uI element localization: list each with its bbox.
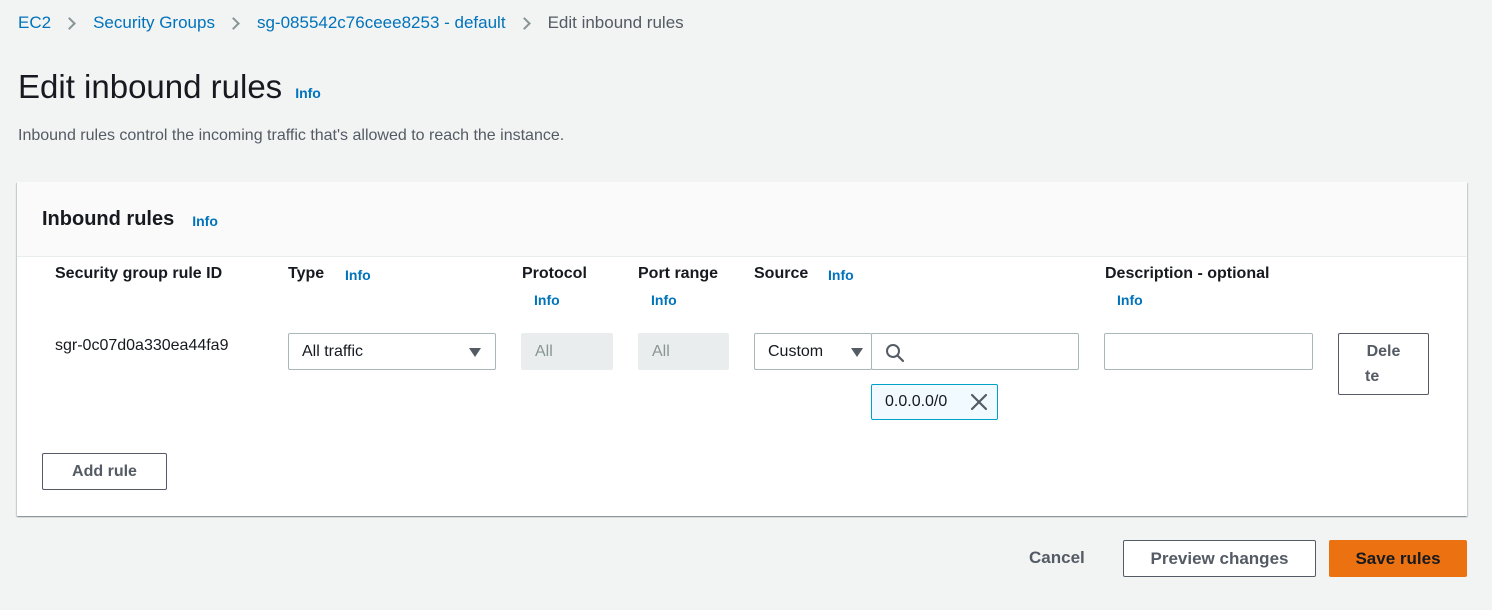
delete-button-label-line1: Dele — [1366, 343, 1401, 360]
port-range-info-link[interactable]: Info — [651, 292, 677, 308]
delete-button-label-line2: te — [1365, 368, 1380, 385]
protocol-info-link[interactable]: Info — [534, 292, 560, 308]
cancel-button[interactable]: Cancel — [1029, 548, 1085, 568]
preview-changes-button[interactable]: Preview changes — [1123, 540, 1316, 577]
caret-down-icon — [851, 348, 863, 357]
add-rule-button[interactable]: Add rule — [42, 453, 167, 490]
source-token-value: 0.0.0.0/0 — [885, 393, 948, 410]
source-token: 0.0.0.0/0 — [871, 384, 998, 420]
breadcrumb-security-groups-link[interactable]: Security Groups — [93, 13, 215, 33]
breadcrumb-current: Edit inbound rules — [547, 13, 684, 32]
column-header-rule-id: Security group rule ID — [55, 265, 223, 282]
page-header: Edit inbound rules Info — [18, 68, 321, 106]
breadcrumb-security-group-link[interactable]: sg-085542c76ceee8253 - default — [257, 13, 506, 33]
source-search-input[interactable] — [871, 333, 1079, 370]
breadcrumb-ec2-link[interactable]: EC2 — [18, 13, 51, 33]
source-info-link[interactable]: Info — [828, 267, 854, 283]
chevron-right-icon — [227, 16, 240, 30]
description-input[interactable] — [1104, 333, 1313, 370]
page-info-link[interactable]: Info — [295, 85, 321, 101]
chevron-right-icon — [517, 16, 531, 30]
column-header-port-range: Port range — [638, 265, 719, 282]
source-type-value: Custom — [768, 342, 824, 360]
protocol-field: All — [521, 333, 613, 370]
type-select[interactable]: All traffic — [288, 333, 496, 370]
column-header-type: Type — [288, 265, 325, 282]
chevron-right-icon — [63, 16, 76, 30]
save-rules-button[interactable]: Save rules — [1329, 540, 1467, 577]
source-type-select[interactable]: Custom — [754, 333, 872, 370]
port-range-value: All — [652, 342, 670, 360]
type-info-link[interactable]: Info — [345, 267, 371, 283]
inbound-rules-panel: Inbound rules Info Security group rule I… — [17, 182, 1467, 516]
page-description: Inbound rules control the incoming traff… — [18, 127, 565, 144]
column-header-protocol: Protocol — [522, 265, 587, 282]
delete-rule-button[interactable]: Dele te — [1338, 333, 1429, 395]
rule-id-value: sgr-0c07d0a330ea44fa9 — [55, 337, 229, 354]
port-range-field: All — [638, 333, 729, 370]
close-icon[interactable] — [970, 393, 988, 411]
column-header-source: Source — [754, 265, 809, 282]
protocol-value: All — [535, 342, 553, 360]
panel-title: Inbound rules — [42, 207, 175, 230]
panel-info-link[interactable]: Info — [192, 213, 218, 229]
column-header-description: Description - optional — [1105, 265, 1270, 282]
type-select-value: All traffic — [302, 342, 364, 360]
search-icon — [886, 344, 905, 363]
page-title: Edit inbound rules — [18, 68, 283, 105]
breadcrumb: EC2 Security Groups sg-085542c76ceee8253… — [18, 13, 684, 33]
panel-header: Inbound rules Info — [17, 182, 1467, 257]
caret-down-icon — [469, 348, 481, 357]
description-info-link[interactable]: Info — [1117, 292, 1143, 308]
